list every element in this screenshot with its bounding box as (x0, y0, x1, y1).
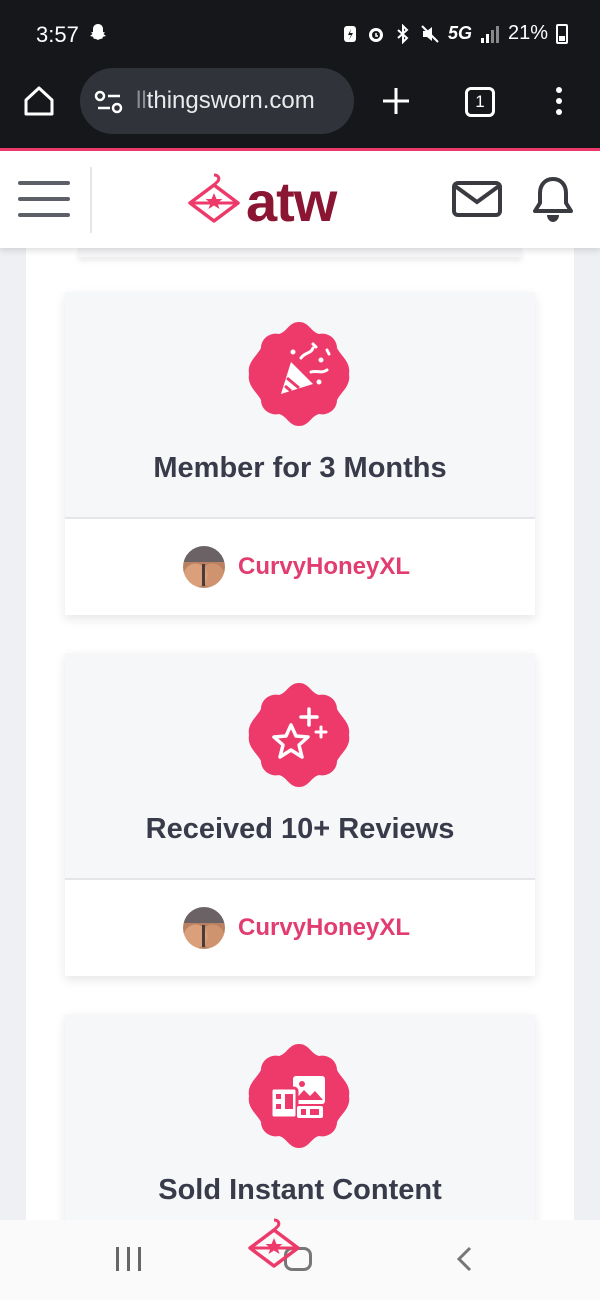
mail-icon[interactable] (452, 181, 502, 217)
status-indicators: 5G 21% (342, 22, 568, 45)
url-domain: thingsworn.com (146, 87, 315, 114)
logo-text: atw (246, 170, 337, 233)
badge-card: Sold Instant Content (65, 1014, 535, 1241)
status-time: 3:57 (36, 22, 79, 47)
new-tab-icon[interactable] (381, 86, 411, 116)
home-icon[interactable] (22, 84, 56, 118)
mute-icon (421, 24, 439, 43)
badge-title: Sold Instant Content (158, 1174, 442, 1206)
network-type: 5G (447, 23, 472, 43)
notification-bell-icon[interactable] (530, 175, 576, 225)
alarm-icon (368, 27, 383, 42)
address-bar[interactable]: llthingsworn.com (80, 68, 354, 134)
avatar[interactable] (183, 546, 225, 588)
snapchat-icon (90, 24, 106, 40)
badge-header: Received 10+ Reviews (65, 653, 535, 880)
hanger-logo-icon (188, 173, 240, 223)
battery-icon (556, 23, 568, 44)
more-menu-icon[interactable] (554, 86, 564, 116)
party-popper-icon (245, 320, 353, 428)
header-divider (90, 167, 92, 233)
sparkle-star-icon (245, 681, 353, 789)
badge-card: Member for 3 Months CurvyHoneyXL (65, 292, 535, 615)
url-text: llthingsworn.com (136, 87, 315, 115)
badge-title: Received 10+ Reviews (145, 813, 455, 845)
browser-toolbar: llthingsworn.com 1 (0, 68, 600, 148)
floating-hanger-logo-icon[interactable] (244, 1216, 304, 1276)
recent-apps-icon[interactable] (116, 1247, 144, 1271)
tab-switcher-button[interactable]: 1 (465, 87, 495, 117)
battery-level: 21% (507, 22, 548, 44)
badge-footer: CurvyHoneyXL (65, 519, 535, 615)
badge-header: Sold Instant Content (65, 1014, 535, 1241)
avatar[interactable] (183, 907, 225, 949)
site-header: atw (0, 151, 600, 248)
signal-icon (480, 25, 499, 43)
badge-footer: CurvyHoneyXL (65, 880, 535, 976)
image-gallery-icon (245, 1042, 353, 1150)
badge-title: Member for 3 Months (153, 452, 447, 484)
bluetooth-icon (397, 23, 409, 44)
battery-saver-icon (343, 25, 356, 42)
badge-header: Member for 3 Months (65, 292, 535, 519)
hamburger-menu-icon[interactable] (18, 179, 72, 219)
user-name-link[interactable]: CurvyHoneyXL (238, 553, 410, 581)
back-icon[interactable] (455, 1246, 475, 1272)
user-name-link[interactable]: CurvyHoneyXL (238, 914, 410, 942)
site-logo[interactable]: atw (186, 167, 366, 233)
status-bar: 3:57 5G 21% (0, 0, 600, 68)
badge-card: Received 10+ Reviews CurvyHoneyXL (65, 653, 535, 976)
previous-badge-card (78, 248, 522, 257)
site-settings-icon[interactable] (94, 90, 124, 114)
url-faded-prefix: ll (136, 87, 147, 114)
